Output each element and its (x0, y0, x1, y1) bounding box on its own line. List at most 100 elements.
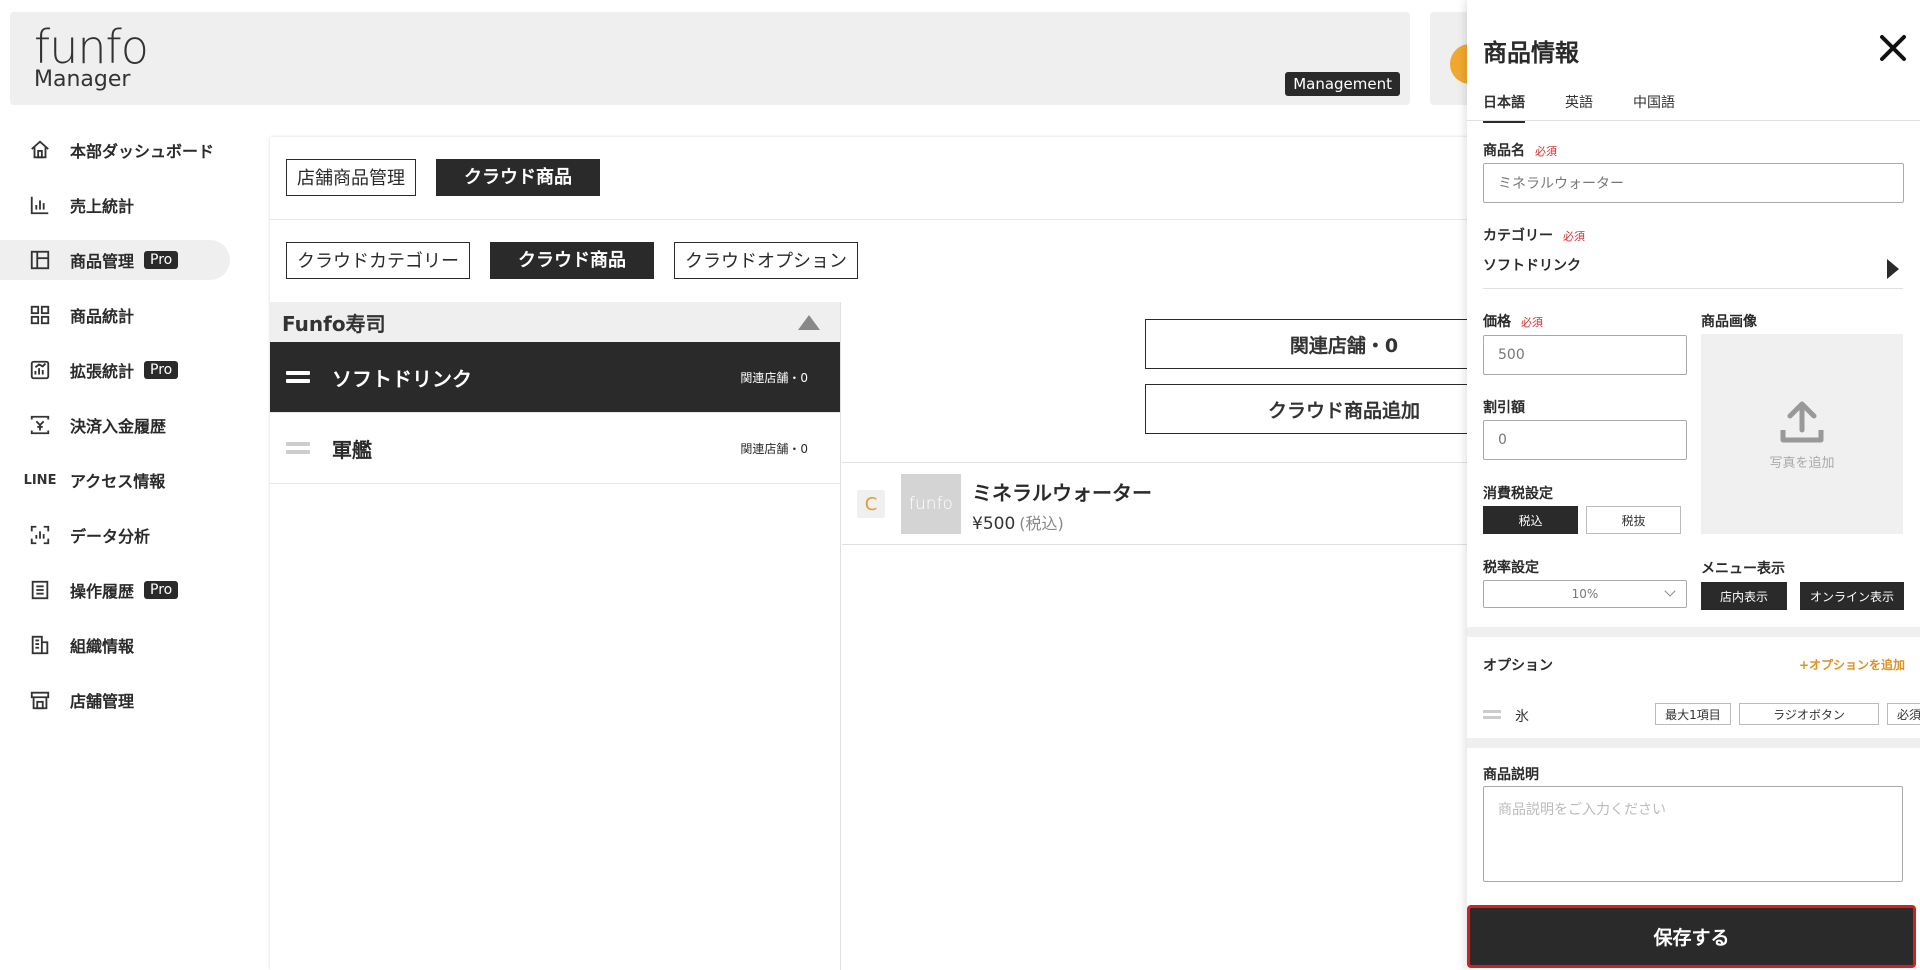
product-area: 関連店舗・0 クラウド商品追加 C funfo ミネラルウォーター ¥500 (税… (842, 302, 1687, 970)
bar-chart-icon (28, 193, 52, 217)
sidebar-item-label: アクセス情報 (70, 472, 166, 491)
sidebar-item-operation-history[interactable]: 操作履歴 Pro (0, 570, 240, 610)
collapse-triangle-icon[interactable] (798, 315, 820, 330)
price-input[interactable]: 500 (1483, 335, 1687, 375)
add-option-link[interactable]: +オプションを追加 (1799, 656, 1905, 673)
sidebar-item-label: 売上統計 (70, 197, 135, 216)
drag-handle-icon[interactable] (286, 442, 310, 454)
close-icon[interactable] (1877, 32, 1909, 64)
chevron-right-icon (1887, 259, 1899, 279)
tax-rate-value: 10% (1571, 587, 1599, 601)
category-label: カテゴリー 必須 (1483, 225, 1585, 245)
category-row[interactable]: 軍艦 関連店舗・0 (270, 413, 840, 484)
pro-badge: Pro (144, 251, 179, 269)
layout-icon (28, 248, 52, 272)
discount-label: 割引額 (1483, 400, 1525, 416)
price-value: ¥500 (972, 514, 1016, 534)
tab-japanese[interactable]: 日本語 (1483, 92, 1525, 123)
tab-store-products[interactable]: 店舗商品管理 (286, 159, 416, 196)
tax-note: (税込) (1019, 514, 1064, 533)
header-bar: funfo Manager Management (10, 12, 1410, 105)
discount-input[interactable]: 0 (1483, 420, 1687, 460)
product-name: ミネラルウォーター (972, 481, 1152, 505)
label-text: 価格 (1483, 314, 1511, 330)
option-required-tag: 必須 (1887, 703, 1920, 725)
language-tabs: 日本語 英語 中国語 (1483, 92, 1675, 123)
list-icon (28, 578, 52, 602)
drag-handle-icon[interactable] (286, 371, 310, 383)
drag-handle-icon[interactable] (1483, 710, 1501, 719)
payment-icon (28, 413, 52, 437)
tax-included-button[interactable]: 税込 (1483, 506, 1578, 534)
building-icon (28, 633, 52, 657)
required-mark: 必須 (1563, 230, 1585, 243)
sidebar-item-dashboard[interactable]: 本部ダッシュボード (0, 130, 240, 170)
tab-cloud-option[interactable]: クラウドオプション (674, 242, 858, 279)
tax-rate-label: 税率設定 (1483, 560, 1539, 576)
divider (270, 219, 1470, 220)
home-icon (28, 138, 52, 162)
category-name: ソフトドリンク (332, 366, 472, 391)
required-mark: 必須 (1521, 316, 1543, 329)
sidebar-item-store-management[interactable]: 店舗管理 (0, 680, 240, 720)
cloud-badge: C (857, 490, 885, 518)
add-photo-text: 写真を追加 (1769, 455, 1835, 471)
tax-excluded-button[interactable]: 税抜 (1586, 506, 1681, 534)
sidebar-item-label: 本部ダッシュボード (70, 142, 215, 161)
category-row[interactable]: ソフトドリンク 関連店舗・0 (270, 342, 840, 413)
sidebar-item-label: 店舗管理 (70, 692, 135, 711)
category-group-header[interactable]: Funfo寿司 (270, 302, 840, 342)
product-name-input[interactable]: ミネラルウォーター (1483, 163, 1904, 203)
analytics-icon (28, 358, 52, 382)
sidebar-item-label: 組織情報 (70, 637, 135, 656)
funfo-logo[interactable]: funfo Manager (34, 20, 149, 92)
scan-icon (28, 523, 52, 547)
option-row[interactable]: 氷 最大1項目 ラジオボタン 必須 (1483, 700, 1920, 730)
product-row[interactable]: C funfo ミネラルウォーター ¥500 (税込) (842, 463, 1470, 545)
price-label: 価格 必須 (1483, 311, 1543, 331)
tab-english[interactable]: 英語 (1565, 92, 1593, 123)
chevron-down-icon (1664, 585, 1676, 597)
product-thumbnail: funfo (901, 474, 961, 534)
tab-cloud-products[interactable]: クラウド商品 (436, 159, 600, 196)
sidebar-item-organization[interactable]: 組織情報 (0, 625, 240, 665)
tax-rate-select[interactable]: 10% (1483, 580, 1687, 608)
logo-text: funfo (34, 20, 149, 74)
sidebar-item-payment-history[interactable]: 決済入金履歴 (0, 405, 240, 445)
drawer-title: 商品情報 (1483, 39, 1579, 67)
grid-icon (28, 303, 52, 327)
sidebar-item-label: 操作履歴 (70, 582, 135, 601)
divider (1467, 120, 1920, 121)
management-badge: Management (1285, 72, 1400, 96)
tab-chinese[interactable]: 中国語 (1633, 92, 1675, 123)
sidebar-item-label: 拡張統計 (70, 362, 135, 381)
upload-icon (1780, 401, 1824, 442)
category-related-stores: 関連店舗・0 (740, 441, 808, 456)
sidebar-item-data-analysis[interactable]: データ分析 (0, 515, 240, 555)
sidebar-item-extended-stats[interactable]: 拡張統計 Pro (0, 350, 240, 390)
option-type-tag: ラジオボタン (1739, 703, 1879, 725)
sidebar-item-label: データ分析 (70, 527, 151, 546)
sidebar-item-access-info[interactable]: LINE アクセス情報 (0, 460, 240, 500)
category-value: ソフトドリンク (1483, 258, 1581, 274)
sidebar-item-product-management[interactable]: 商品管理 Pro (0, 240, 230, 280)
description-textarea[interactable]: 商品説明をご入力ください (1483, 786, 1903, 882)
tab-cloud-product[interactable]: クラウド商品 (490, 242, 654, 279)
sidebar-item-sales-stats[interactable]: 売上統計 (0, 185, 240, 225)
image-upload-box[interactable]: 写真を追加 (1701, 334, 1903, 534)
option-name: 氷 (1515, 709, 1529, 725)
sidebar: 本部ダッシュボード 売上統計 商品管理 Pro 商品統計 拡張統計 Pro 決済… (0, 130, 240, 735)
tab-cloud-category[interactable]: クラウドカテゴリー (286, 242, 470, 279)
sidebar-item-label: 商品統計 (70, 307, 135, 326)
online-display-button[interactable]: オンライン表示 (1800, 582, 1904, 610)
tax-setting-label: 消費税設定 (1483, 486, 1553, 502)
pro-badge: Pro (144, 581, 179, 599)
category-select[interactable]: ソフトドリンク (1483, 255, 1903, 289)
in-store-display-button[interactable]: 店内表示 (1701, 582, 1787, 610)
section-divider (1467, 738, 1920, 748)
main-panel: 店舗商品管理 クラウド商品 クラウドカテゴリー クラウド商品 クラウドオプション… (270, 137, 1687, 970)
sidebar-item-product-stats[interactable]: 商品統計 (0, 295, 240, 335)
save-button[interactable]: 保存する (1467, 905, 1916, 968)
sub-tabs: クラウドカテゴリー クラウド商品 クラウドオプション (286, 242, 858, 279)
product-name-label: 商品名 必須 (1483, 140, 1557, 160)
